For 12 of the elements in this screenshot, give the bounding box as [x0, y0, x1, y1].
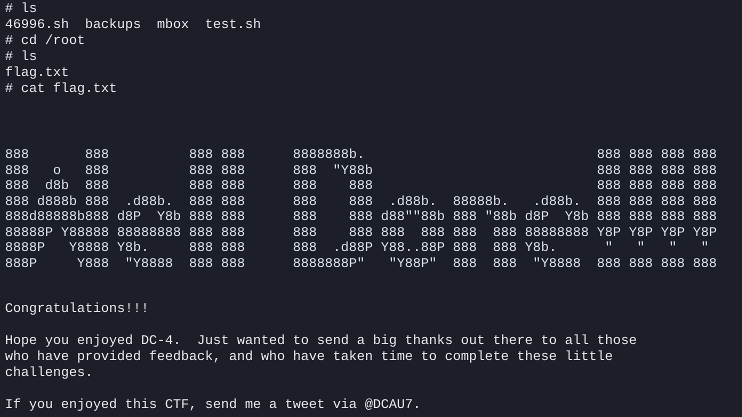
terminal-line: 46996.sh backups mbox test.sh [5, 18, 261, 34]
terminal-line: # cat flag.txt [5, 82, 117, 98]
terminal-line: # ls [5, 50, 37, 66]
terminal-line: flag.txt [5, 66, 69, 82]
terminal-line: Congratulations!!! [5, 302, 149, 318]
terminal-line: challenges. [5, 366, 93, 382]
ascii-art-text: 888 888 888 888 8888888b. 888 888 888 888 888 o 888 888 888 888 "Y88b 888 888 888 888 888 d8b 888 888 888 888 888 888 888 888 888 888 d888b 888 .d88b. 888 888 888 888 .d88b. 88888b. .d88b. 888 888 888 888 888d88888b888 d8P Y8b 888 888 888 888 d88""88b 888 "88b d8P Y8b 888 888 888 888 88888P Y88888 88888888 888 888 888 888 888 888 888 888 88888888 Y8P Y8P Y8P Y8P 8888P Y8888 Y8b. 888 888 888 .d88P Y88..88P 888 888 Y8b. " " " " 888P Y888 "Y8888 888 888 8888888P" "Y88P" 888 888 "Y8888 888 888 888 888 [5, 148, 717, 272]
terminal-line: # cd /root [5, 34, 85, 50]
terminal-line: who have provided feedback, and who have taken time to complete these little [5, 350, 613, 366]
terminal-line: Hope you enjoyed DC-4. Just wanted to send a big thanks out there to all those [5, 334, 637, 350]
terminal-line: If you enjoyed this CTF, send me a tweet via @DCAU7. [5, 398, 421, 414]
terminal-line: # ls [5, 2, 37, 18]
